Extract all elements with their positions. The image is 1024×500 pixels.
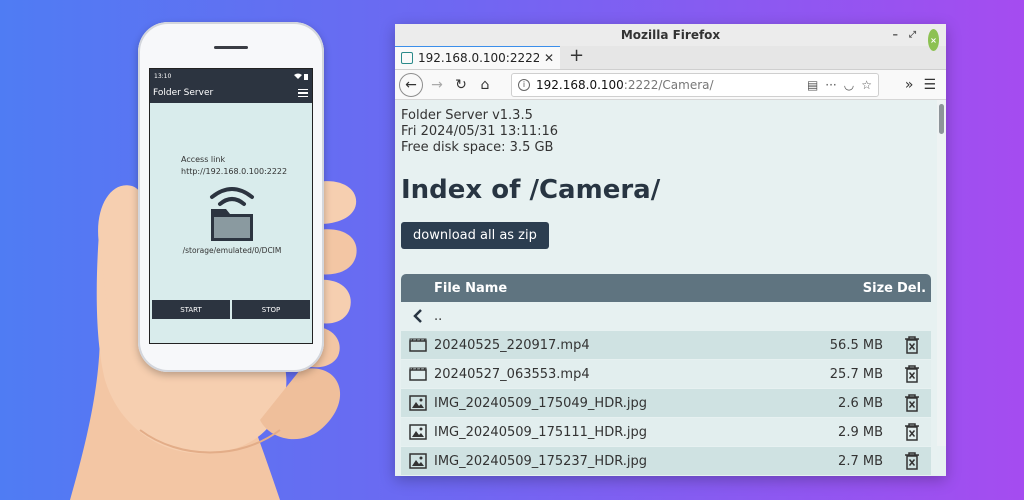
table-header: File Name Size Del. bbox=[401, 274, 931, 302]
trash-icon[interactable] bbox=[893, 452, 931, 470]
phone-button-row: START STOP bbox=[152, 300, 310, 319]
file-name-link[interactable]: IMG_20240509_175049_HDR.jpg bbox=[434, 396, 793, 411]
site-info-icon[interactable]: i bbox=[518, 78, 530, 91]
image-icon bbox=[401, 453, 434, 469]
vertical-scrollbar[interactable] bbox=[937, 100, 946, 446]
trash-icon[interactable] bbox=[893, 394, 931, 412]
window-title: Mozilla Firefox bbox=[620, 28, 721, 42]
close-tab-icon[interactable]: ✕ bbox=[544, 51, 554, 65]
table-row[interactable]: 20240527_063553.mp4 25.7 MB bbox=[401, 360, 931, 389]
tab-strip: 192.168.0.100:2222/Camera/ ✕ + bbox=[395, 45, 946, 70]
status-time: 13:10 bbox=[154, 72, 172, 80]
video-icon bbox=[401, 367, 434, 381]
image-icon bbox=[401, 424, 434, 440]
download-zip-button[interactable]: download all as zip bbox=[401, 222, 549, 249]
trash-icon[interactable] bbox=[893, 423, 931, 441]
file-name-link[interactable]: 20240527_063553.mp4 bbox=[434, 367, 793, 382]
page-content: Folder Server v1.3.5 Fri 2024/05/31 13:1… bbox=[395, 100, 946, 476]
server-version: Folder Server v1.3.5 bbox=[401, 108, 533, 123]
parent-dir-row[interactable]: .. bbox=[401, 302, 931, 331]
battery-icon bbox=[304, 73, 308, 80]
column-file-name: File Name bbox=[434, 280, 508, 296]
phone-screen: 13:10 Folder Server Access link http://1… bbox=[149, 68, 313, 344]
table-row[interactable]: 20240525_220917.mp4 56.5 MB bbox=[401, 331, 931, 360]
page-title: Index of /Camera/ bbox=[401, 175, 661, 205]
phone-app-bar: Folder Server bbox=[150, 83, 312, 103]
table-row[interactable]: IMG_20240509_175111_HDR.jpg 2.9 MB bbox=[401, 418, 931, 447]
file-size: 2.9 MB bbox=[838, 424, 883, 440]
scrollbar-thumb[interactable] bbox=[939, 104, 944, 134]
chevron-left-icon bbox=[401, 309, 434, 323]
phone-body: Access link http://192.168.0.100:2222 /s… bbox=[150, 103, 312, 343]
favicon-icon bbox=[401, 52, 413, 64]
url-bar[interactable]: i 192.168.0.100:2222/Camera/ ▤ ··· ◡ ☆ bbox=[511, 72, 879, 97]
firefox-window: Mozilla Firefox – ⤢ × 192.168.0.100:2222… bbox=[395, 24, 946, 476]
file-size: 2.7 MB bbox=[838, 453, 883, 469]
page-actions-icon[interactable]: ··· bbox=[825, 78, 836, 92]
back-button[interactable]: ← bbox=[399, 72, 423, 97]
phone-speaker bbox=[214, 46, 248, 49]
column-del: Del. bbox=[897, 280, 927, 296]
app-title: Folder Server bbox=[153, 88, 214, 98]
tab-title: 192.168.0.100:2222/Camera/ bbox=[418, 51, 539, 65]
wifi-folder-icon bbox=[210, 187, 254, 241]
trash-icon[interactable] bbox=[893, 336, 931, 354]
storage-path: /storage/emulated/0/DCIM bbox=[182, 246, 282, 255]
close-window-button[interactable]: × bbox=[928, 29, 939, 51]
phone-status-bar: 13:10 bbox=[150, 69, 312, 83]
parent-dir-label: .. bbox=[434, 308, 443, 324]
image-icon bbox=[401, 395, 434, 411]
tab-camera[interactable]: 192.168.0.100:2222/Camera/ ✕ bbox=[395, 45, 560, 69]
file-size: 25.7 MB bbox=[829, 366, 883, 382]
start-button[interactable]: START bbox=[152, 300, 230, 319]
overflow-chevron-icon[interactable]: » bbox=[905, 77, 914, 93]
trash-icon[interactable] bbox=[893, 365, 931, 383]
file-size: 56.5 MB bbox=[829, 337, 883, 353]
reader-view-icon[interactable]: ▤ bbox=[807, 78, 818, 92]
navigation-toolbar: ← → ↻ ⌂ i 192.168.0.100:2222/Camera/ ▤ ·… bbox=[395, 70, 946, 100]
access-link-label: Access link bbox=[181, 155, 226, 164]
stop-button[interactable]: STOP bbox=[232, 300, 310, 319]
bookmark-star-icon[interactable]: ☆ bbox=[861, 78, 872, 92]
new-tab-button[interactable]: + bbox=[560, 45, 593, 69]
table-row[interactable]: IMG_20240509_175049_HDR.jpg 2.6 MB bbox=[401, 389, 931, 418]
url-text[interactable]: 192.168.0.100:2222/Camera/ bbox=[536, 78, 801, 92]
forward-button[interactable]: → bbox=[427, 74, 447, 96]
file-table: File Name Size Del. .. 20240525_220917.m… bbox=[401, 274, 931, 476]
hamburger-menu-icon[interactable]: ☰ bbox=[923, 77, 936, 93]
maximize-button[interactable]: ⤢ bbox=[909, 24, 916, 46]
column-size: Size bbox=[862, 280, 893, 296]
file-name-link[interactable]: 20240525_220917.mp4 bbox=[434, 338, 793, 353]
file-size: 2.6 MB bbox=[838, 395, 883, 411]
home-button[interactable]: ⌂ bbox=[475, 74, 495, 96]
pocket-icon[interactable]: ◡ bbox=[844, 78, 854, 92]
phone-device: 13:10 Folder Server Access link http://1… bbox=[138, 22, 324, 372]
disk-space: Free disk space: 3.5 GB bbox=[401, 140, 554, 155]
window-title-bar: Mozilla Firefox – ⤢ × bbox=[395, 24, 946, 51]
server-datetime: Fri 2024/05/31 13:11:16 bbox=[401, 124, 559, 139]
file-name-link[interactable]: IMG_20240509_175237_HDR.jpg bbox=[434, 454, 793, 469]
wifi-icon bbox=[294, 73, 302, 79]
table-row[interactable]: IMG_20240509_175237_HDR.jpg 2.7 MB bbox=[401, 447, 931, 476]
menu-icon[interactable] bbox=[298, 89, 308, 97]
minimize-button[interactable]: – bbox=[893, 24, 899, 46]
access-link-url[interactable]: http://192.168.0.100:2222 bbox=[181, 167, 287, 176]
file-name-link[interactable]: IMG_20240509_175111_HDR.jpg bbox=[434, 425, 793, 440]
reload-button[interactable]: ↻ bbox=[451, 74, 471, 96]
video-icon bbox=[401, 338, 434, 352]
